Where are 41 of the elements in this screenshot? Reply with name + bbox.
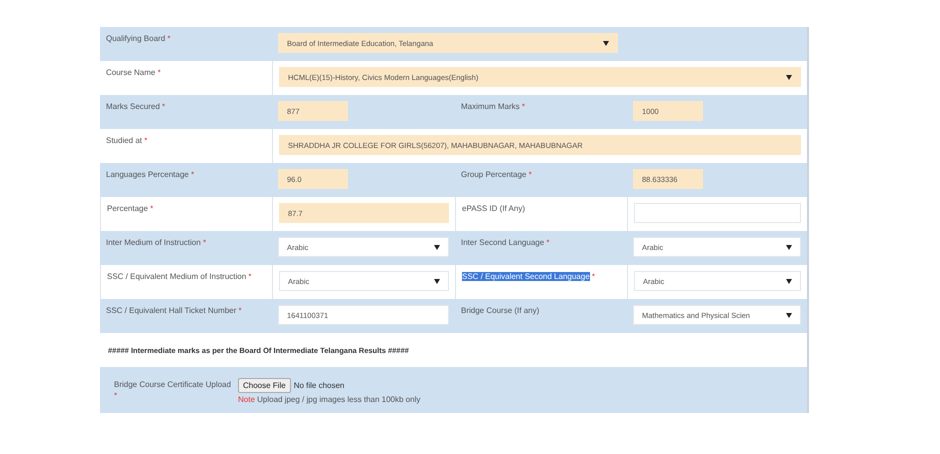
required-mark: * — [248, 272, 252, 281]
field-label: Studied at — [106, 136, 142, 145]
caret-icon — [786, 278, 792, 284]
input-field[interactable] — [634, 203, 801, 223]
required-mark: * — [144, 136, 148, 145]
field-label: Bridge Course (If any) — [461, 306, 540, 315]
required-mark: * — [190, 170, 194, 179]
required-mark: * — [546, 238, 550, 247]
choose-file-button[interactable]: Choose File — [238, 378, 291, 393]
field-label: Qualifying Board — [106, 34, 166, 43]
required-mark: * — [158, 68, 161, 77]
caret-icon — [434, 244, 440, 250]
field-label: SSC / Equivalent Second Language — [462, 272, 590, 281]
field-label: ePASS ID (If Any) — [462, 204, 525, 213]
caret-icon — [786, 74, 792, 80]
required-mark: * — [522, 102, 526, 111]
required-mark: * — [162, 102, 166, 111]
required-mark: * — [238, 306, 242, 315]
field-label: Marks Secured — [106, 102, 160, 111]
caret-icon — [603, 40, 609, 46]
field-label: Group Percentage — [461, 170, 526, 179]
field-label: Course Name — [106, 68, 156, 77]
field-label: SSC / Equivalent Hall Ticket Number — [106, 306, 236, 315]
upload-note: Note Upload jpeg / jpg images less than 100kb only — [238, 395, 422, 404]
caret-icon — [786, 312, 792, 318]
field-label: Percentage — [107, 204, 148, 213]
caret-icon — [786, 244, 792, 250]
required-mark: * — [167, 34, 171, 43]
required-mark: * — [592, 272, 596, 281]
caret-icon — [434, 278, 440, 284]
required-mark: * — [150, 204, 154, 213]
field-label: Bridge Course Certificate Upload — [114, 380, 231, 389]
required-mark: * — [202, 238, 206, 247]
field-label: Languages Percentage — [106, 170, 189, 179]
field-label: Inter Second Language — [461, 238, 544, 247]
field-label: SSC / Equivalent Medium of Instruction — [107, 272, 246, 281]
field-label: Maximum Marks — [461, 102, 520, 111]
file-status: No file chosen — [294, 381, 344, 390]
field-label: Inter Medium of Instruction — [106, 238, 201, 247]
required-mark: * — [114, 391, 118, 400]
required-mark: * — [528, 170, 532, 179]
